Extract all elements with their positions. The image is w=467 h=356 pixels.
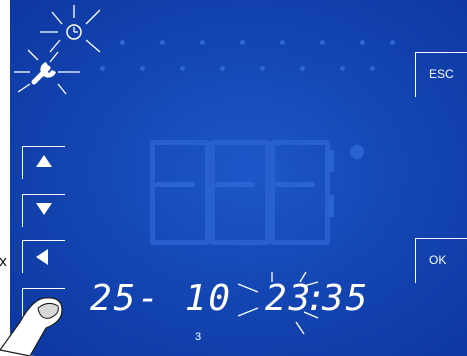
overlay-graphics (0, 5, 319, 356)
time-blink-rays (237, 271, 319, 335)
clock-icon (66, 24, 82, 40)
clock-blink-rays (40, 5, 101, 53)
wrench-icon (31, 62, 56, 85)
pointer-marker (0, 257, 7, 267)
pointing-finger (0, 297, 63, 356)
